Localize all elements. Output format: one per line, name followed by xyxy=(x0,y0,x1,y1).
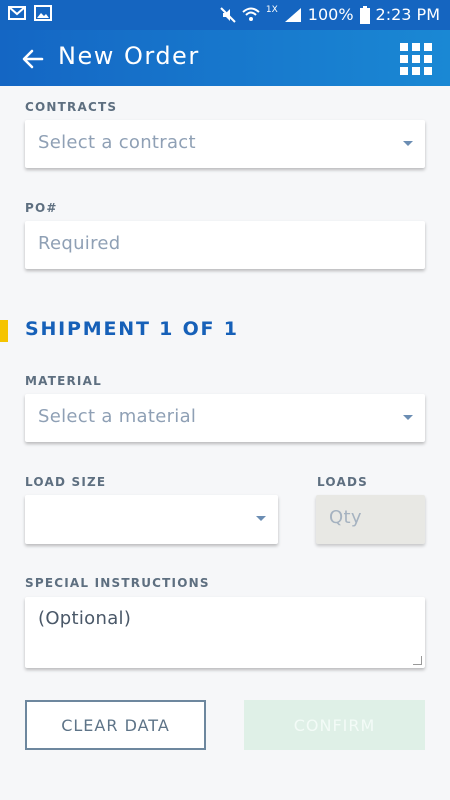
contract-select[interactable]: Select a contract xyxy=(25,120,425,168)
image-icon xyxy=(34,5,52,21)
section-accent-bar xyxy=(0,320,8,342)
wifi-icon xyxy=(242,7,260,23)
material-label: MATERIAL xyxy=(25,374,102,388)
mute-icon xyxy=(220,7,236,23)
battery-percent: 100% xyxy=(307,5,354,24)
signal-icon xyxy=(284,7,302,23)
po-input-placeholder: Required xyxy=(38,233,121,254)
chevron-down-icon xyxy=(256,516,266,521)
system-icons: 1X 100% 2:23 PM xyxy=(220,5,440,25)
confirm-label: CONFIRM xyxy=(293,715,376,735)
load-size-select[interactable] xyxy=(25,495,278,544)
po-label: PO# xyxy=(25,201,58,215)
material-select-placeholder: Select a material xyxy=(38,406,197,427)
resize-handle-icon[interactable] xyxy=(413,656,422,665)
notification-icons xyxy=(8,5,52,21)
battery-icon xyxy=(359,6,370,24)
back-arrow-icon[interactable] xyxy=(20,46,46,72)
gmail-icon xyxy=(8,5,26,21)
clear-data-button[interactable]: CLEAR DATA xyxy=(25,700,206,750)
confirm-button[interactable]: CONFIRM xyxy=(244,700,425,750)
contracts-label: CONTRACTS xyxy=(25,100,118,114)
special-instructions-label: SPECIAL INSTRUCTIONS xyxy=(25,576,210,590)
shipment-title: SHIPMENT 1 OF 1 xyxy=(25,318,239,340)
loads-qty-input[interactable]: Qty xyxy=(316,495,425,544)
page-title: New Order xyxy=(58,42,200,70)
chevron-down-icon xyxy=(403,141,413,146)
status-bar: 1X 100% 2:23 PM xyxy=(0,0,450,30)
load-size-label: LOAD SIZE xyxy=(25,475,107,489)
network-type: 1X xyxy=(265,5,278,15)
po-input[interactable]: Required xyxy=(25,221,425,269)
contract-select-placeholder: Select a contract xyxy=(38,132,196,153)
clear-data-label: CLEAR DATA xyxy=(61,715,170,735)
special-instructions-textarea[interactable]: (Optional) xyxy=(25,597,425,668)
loads-label: LOADS xyxy=(317,475,368,489)
special-instructions-placeholder: (Optional) xyxy=(38,608,132,629)
loads-qty-placeholder: Qty xyxy=(329,507,362,528)
app-bar: New Order xyxy=(0,30,450,86)
material-select[interactable]: Select a material xyxy=(25,394,425,442)
clock: 2:23 PM xyxy=(375,5,440,24)
chevron-down-icon xyxy=(403,415,413,420)
apps-grid-icon[interactable] xyxy=(400,43,432,75)
